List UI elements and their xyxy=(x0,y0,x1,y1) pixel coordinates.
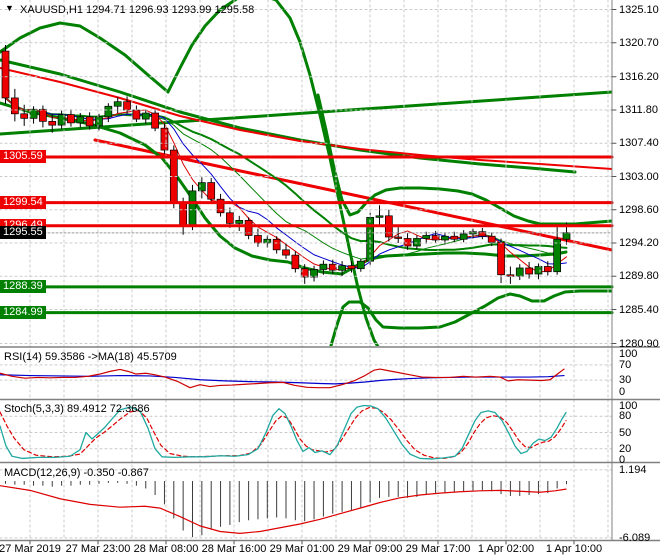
candle xyxy=(11,88,19,122)
candle xyxy=(534,263,543,280)
time-axis-label: 1 Apr 10:00 xyxy=(545,543,603,555)
price-axis-label: 1311.80 xyxy=(619,104,658,117)
price-axis-label: 1307.40 xyxy=(619,137,659,150)
time-axis-label: 29 Mar 01:00 xyxy=(269,543,335,555)
price-axis-label: 1289.80 xyxy=(619,270,659,283)
candle xyxy=(459,230,468,243)
price-axis-label: 1303.00 xyxy=(619,170,659,183)
price-axis-label: 1285.40 xyxy=(619,303,659,316)
rsi-scale-label: 0 xyxy=(619,385,626,398)
macd-signal-line xyxy=(0,485,567,534)
price-badge-1288.39: 1288.39 xyxy=(0,280,46,294)
mt4-chart-window: { "window": { "title": "XAUUSD,H1 1294.7… xyxy=(0,0,660,560)
candle xyxy=(263,235,272,248)
time-axis-label: 27 Mar 23:00 xyxy=(65,543,131,555)
candle xyxy=(478,227,487,240)
candle xyxy=(67,109,75,127)
price-badge-1299.54: 1299.54 xyxy=(0,196,46,210)
rsi-main-line xyxy=(0,368,565,389)
price-axis-label: 1325.10 xyxy=(619,3,659,16)
price-badge-1284.99: 1284.99 xyxy=(0,306,46,320)
candle xyxy=(413,235,421,250)
candle xyxy=(235,215,244,231)
rsi-scale-label: 100 xyxy=(619,347,638,360)
time-axis-label: 27 Mar 2019 xyxy=(0,543,61,555)
candle xyxy=(356,258,365,272)
stoch-indicator-label: Stoch(5,3,3) 89.4912 72.3686 xyxy=(4,403,150,415)
symbol-dropdown-icon[interactable]: ▼ xyxy=(5,3,14,13)
price-badge-1305.59: 1305.59 xyxy=(0,150,46,164)
bb-outer-lower xyxy=(329,289,612,346)
candle xyxy=(1,45,10,104)
time-axis-label: 29 Mar 17:00 xyxy=(405,543,471,555)
candle xyxy=(506,266,515,284)
macd-scale-max: 1.194 xyxy=(619,463,647,476)
stoch-scale-label: 80 xyxy=(619,410,632,423)
candle xyxy=(160,123,169,154)
rsi-scale-label: 70 xyxy=(619,358,632,371)
candle xyxy=(207,178,216,203)
chart-title: XAUUSD,H1 1294.71 1296.93 1293.99 1295.5… xyxy=(20,4,255,16)
time-axis-label: 1 Apr 02:00 xyxy=(477,543,535,555)
price-axis-label: 1298.60 xyxy=(619,203,659,216)
time-axis-label: 28 Mar 08:00 xyxy=(133,543,199,555)
candle xyxy=(254,228,262,247)
candle xyxy=(375,205,384,226)
price-badge-1295.55: 1295.55 xyxy=(0,226,46,240)
main-chart-panel xyxy=(0,0,612,346)
candle xyxy=(132,105,141,123)
candle xyxy=(422,231,431,244)
candle xyxy=(216,193,225,217)
price-axis-label: 1316.20 xyxy=(619,70,659,83)
rsi-scale-label: 30 xyxy=(619,374,632,387)
ascending-green-trendline xyxy=(0,90,612,136)
price-axis-label: 1294.20 xyxy=(619,237,659,250)
stoch-d-line xyxy=(0,407,567,460)
candle xyxy=(151,109,159,132)
candle xyxy=(188,184,197,231)
macd-indicator-label: MACD(12,26,9) -0.350 -0.867 xyxy=(4,467,149,479)
rsi-indicator-label: RSI(14) 59.3586 ->MA(18) 45.5709 xyxy=(4,351,177,363)
candle xyxy=(39,105,47,128)
candle xyxy=(244,217,253,240)
stoch-scale-label: 50 xyxy=(619,426,632,439)
candle xyxy=(515,264,524,281)
candle xyxy=(113,97,122,114)
price-axis-label: 1320.70 xyxy=(619,36,659,49)
time-axis-label: 29 Mar 09:00 xyxy=(337,543,403,555)
time-axis-label: 28 Mar 16:00 xyxy=(201,543,267,555)
macd-scale-min: -6.089 xyxy=(619,531,651,544)
candle xyxy=(291,251,300,273)
candle xyxy=(198,177,206,199)
candle xyxy=(29,106,38,124)
